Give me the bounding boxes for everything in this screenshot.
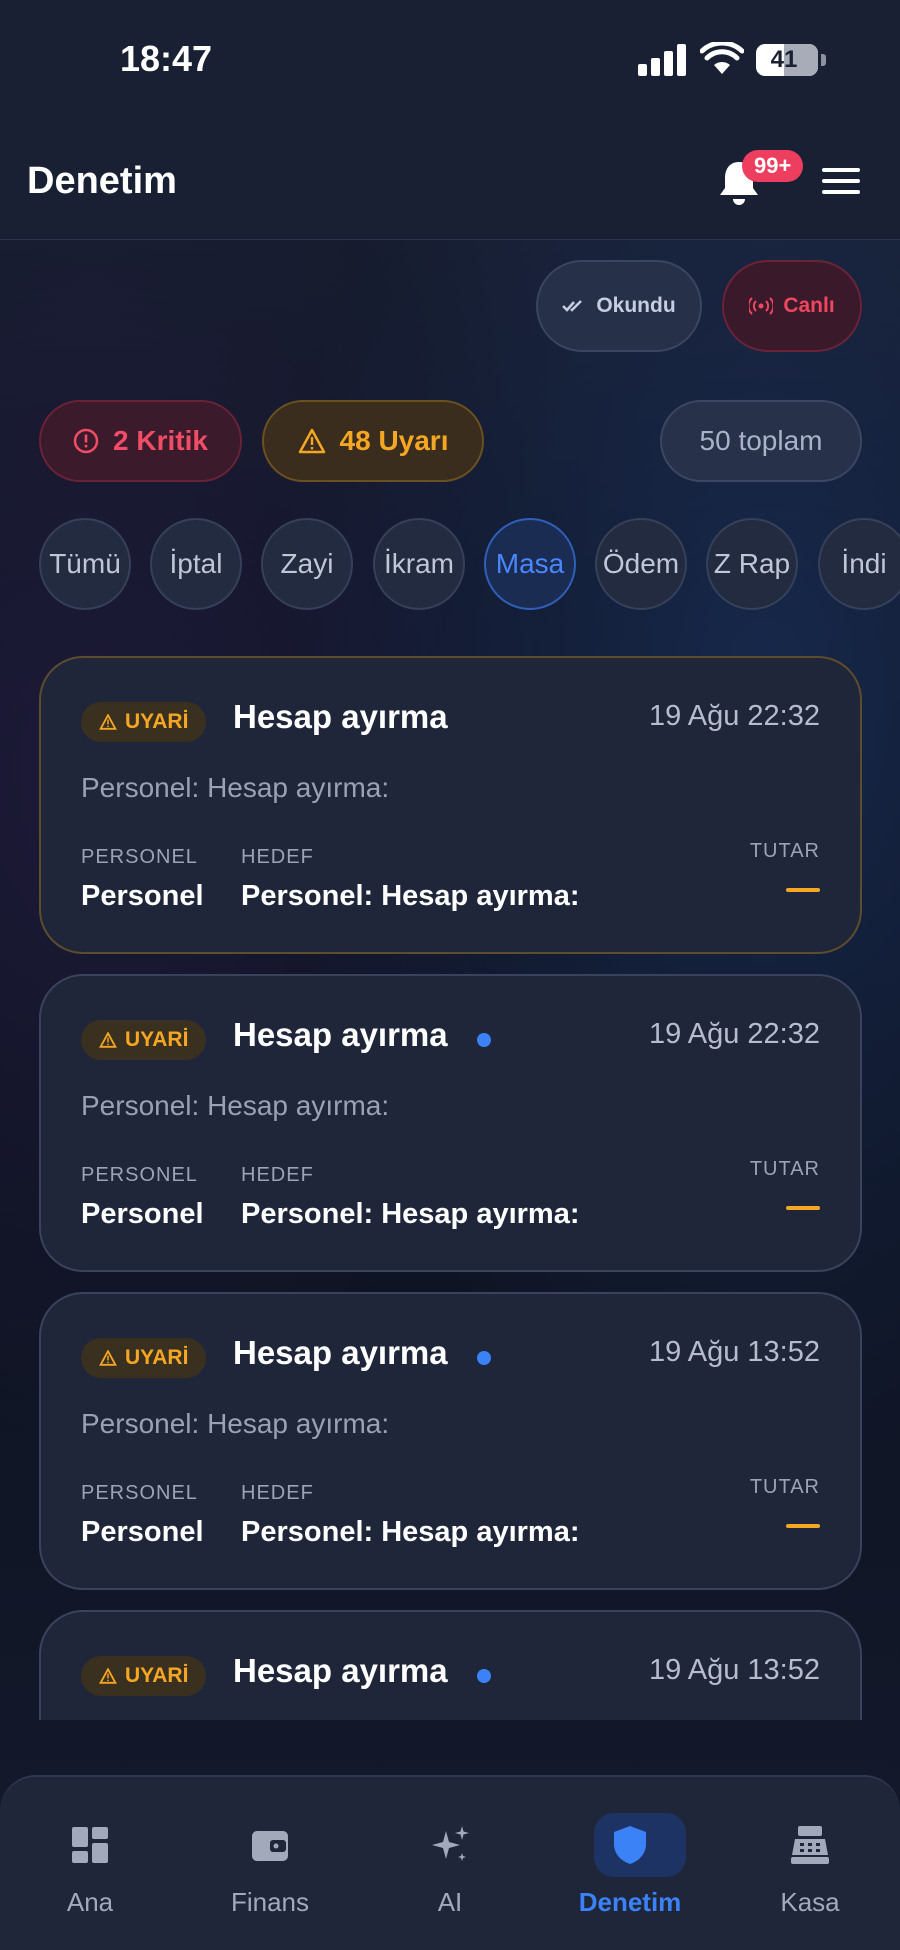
filter-tabs: Tümü İptal Zayi İkram Masa Ödem Z Rap İn… (0, 518, 900, 614)
cellular-signal-icon (638, 44, 686, 76)
personel-value: Personel (81, 1516, 204, 1548)
warning-tag: UYARİ (81, 1020, 207, 1060)
nav-denetim-label: Denetim (578, 1887, 682, 1917)
unread-dot (477, 1351, 491, 1365)
cash-register-icon (791, 1826, 829, 1864)
critical-count-chip[interactable]: 2 Kritik (39, 400, 242, 482)
tag-label: UYARİ (125, 1346, 189, 1369)
status-bar: 18:47 41 (0, 0, 900, 120)
tab-masa[interactable]: Masa (484, 518, 576, 610)
dashboard-icon (72, 1827, 108, 1863)
tab-odeme[interactable]: Ödem (595, 518, 687, 610)
mark-read-button[interactable]: Okundu (536, 260, 702, 352)
tag-label: UYARİ (125, 1028, 189, 1051)
tutar-empty-value (786, 1206, 820, 1210)
nav-finans[interactable]: Finans (180, 1777, 360, 1950)
personel-value: Personel (81, 880, 204, 912)
card-title: Hesap ayırma (233, 698, 448, 735)
tutar-label: TUTAR (749, 840, 820, 862)
warning-count-chip[interactable]: 48 Uyarı (262, 400, 484, 482)
unread-dot (477, 1033, 491, 1047)
bottom-nav: Ana Finans AI Denetim Kasa (0, 1775, 900, 1950)
hedef-value: Personel: Hesap ayırma: (241, 1516, 580, 1548)
battery-icon: 41 (756, 44, 826, 76)
audit-card[interactable]: UYARİ Hesap ayırma 19 Ağu 13:52 (39, 1610, 862, 1720)
card-title: Hesap ayırma (233, 1652, 448, 1689)
hedef-value: Personel: Hesap ayırma: (241, 1198, 580, 1230)
nav-ai-label: AI (437, 1887, 463, 1917)
nav-kasa-label: Kasa (780, 1887, 840, 1917)
card-date: 19 Ağu 22:32 (649, 1018, 820, 1050)
warning-triangle-icon (298, 428, 325, 454)
status-time: 18:47 (120, 38, 213, 79)
live-button[interactable]: Canlı (722, 260, 862, 352)
wifi-icon (700, 42, 744, 74)
tutar-label: TUTAR (749, 1476, 820, 1498)
wallet-icon (252, 1831, 288, 1861)
personel-label: PERSONEL (81, 1164, 198, 1186)
warning-tag: UYARİ (81, 702, 207, 742)
warning-triangle-icon (99, 1350, 117, 1366)
warning-tag: UYARİ (81, 1338, 207, 1378)
audit-card[interactable]: UYARİ Hesap ayırma 19 Ağu 13:52 Personel… (39, 1292, 862, 1590)
tab-z-rapor[interactable]: Z Rap (706, 518, 798, 610)
unread-dot (477, 1669, 491, 1683)
card-title: Hesap ayırma (233, 1334, 448, 1371)
card-description: Personel: Hesap ayırma: (81, 1090, 390, 1121)
audit-card[interactable]: UYARİ Hesap ayırma 19 Ağu 22:32 Personel… (39, 974, 862, 1272)
audit-list: UYARİ Hesap ayırma 19 Ağu 22:32 Personel… (0, 650, 900, 1720)
menu-icon[interactable] (822, 166, 862, 198)
card-description: Personel: Hesap ayırma: (81, 1408, 390, 1439)
nav-denetim[interactable]: Denetim (540, 1777, 720, 1950)
hedef-label: HEDEF (241, 846, 314, 868)
tab-indirim[interactable]: İndi (818, 518, 900, 610)
audit-card[interactable]: UYARİ Hesap ayırma 19 Ağu 22:32 Personel… (39, 656, 862, 954)
app-header: Denetim 99+ (0, 120, 900, 240)
warning-triangle-icon (99, 1032, 117, 1048)
page-title: Denetim (27, 160, 177, 202)
broadcast-icon (749, 297, 774, 315)
tab-zayi[interactable]: Zayi (261, 518, 353, 610)
nav-kasa[interactable]: Kasa (720, 1777, 900, 1950)
hedef-label: HEDEF (241, 1482, 314, 1504)
warning-triangle-icon (99, 1668, 117, 1684)
shield-icon (614, 1826, 646, 1864)
card-date: 19 Ağu 13:52 (649, 1336, 820, 1368)
warning-triangle-icon (99, 714, 117, 730)
card-description: Personel: Hesap ayırma: (81, 772, 390, 803)
sparkles-icon (432, 1826, 469, 1861)
double-check-icon (562, 300, 583, 312)
battery-level: 41 (770, 46, 798, 73)
card-title: Hesap ayırma (233, 1016, 448, 1053)
tutar-empty-value (786, 888, 820, 892)
mark-read-label: Okundu (596, 294, 676, 317)
personel-label: PERSONEL (81, 1482, 198, 1504)
card-date: 19 Ağu 13:52 (649, 1654, 820, 1686)
tag-label: UYARİ (125, 710, 189, 733)
card-date: 19 Ağu 22:32 (649, 700, 820, 732)
nav-ana-label: Ana (66, 1887, 114, 1917)
warning-count-label: 48 Uyarı (339, 425, 449, 456)
total-count-label: 50 toplam (699, 425, 823, 456)
personel-label: PERSONEL (81, 846, 198, 868)
alert-circle-icon (73, 428, 99, 454)
warning-tag: UYARİ (81, 1656, 207, 1696)
app-screen: 18:47 41 Denetim 99+ Okundu Canlı 2 Krit… (0, 0, 900, 1950)
critical-count-label: 2 Kritik (113, 425, 208, 456)
tab-iptal[interactable]: İptal (150, 518, 242, 610)
nav-finans-label: Finans (230, 1887, 310, 1917)
tag-label: UYARİ (125, 1664, 189, 1687)
tab-ikram[interactable]: İkram (373, 518, 465, 610)
tutar-label: TUTAR (749, 1158, 820, 1180)
hedef-label: HEDEF (241, 1164, 314, 1186)
total-count-chip: 50 toplam (660, 400, 862, 482)
tutar-empty-value (786, 1524, 820, 1528)
personel-value: Personel (81, 1198, 204, 1230)
notification-badge: 99+ (742, 150, 804, 182)
tab-tumu[interactable]: Tümü (39, 518, 131, 610)
live-label: Canlı (783, 294, 835, 317)
nav-ana[interactable]: Ana (0, 1777, 180, 1950)
hedef-value: Personel: Hesap ayırma: (241, 880, 580, 912)
nav-ai[interactable]: AI (360, 1777, 540, 1950)
